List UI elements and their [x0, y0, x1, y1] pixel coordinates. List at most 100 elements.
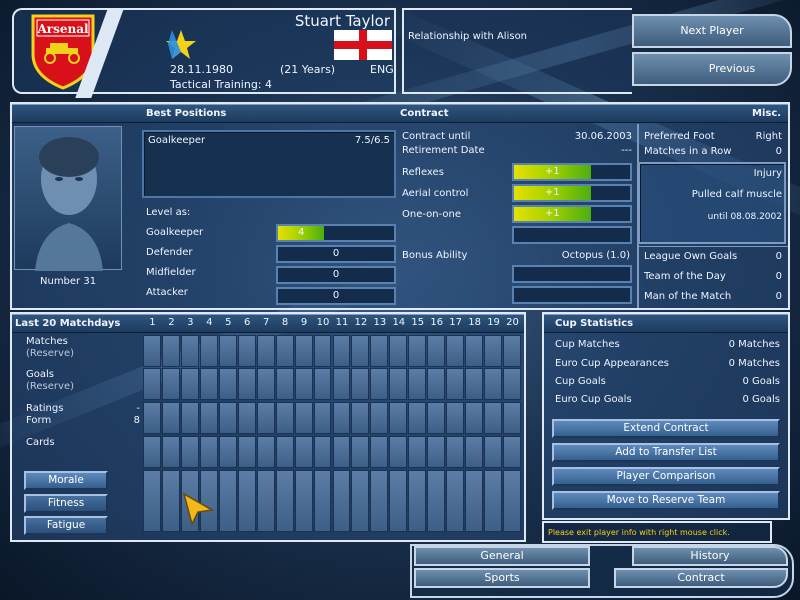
- matchday-cell: [503, 335, 521, 367]
- matchday-cell: [370, 368, 389, 400]
- extend-contract-button[interactable]: Extend Contract: [552, 419, 780, 438]
- fitness-button[interactable]: Fitness: [24, 494, 108, 513]
- cup-stats-title: Cup Statistics: [555, 318, 634, 329]
- matchday-cell: [294, 470, 313, 532]
- tab-general[interactable]: General: [414, 546, 590, 566]
- extend-contract-label: Extend Contract: [623, 422, 709, 434]
- player-portrait: [14, 126, 122, 271]
- matchday-number: 19: [487, 317, 500, 328]
- exit-hint-text: Please exit player info with right mouse…: [548, 528, 730, 537]
- matchday-cell: [237, 470, 256, 532]
- matchday-cell: [389, 368, 408, 400]
- tab-sports[interactable]: Sports: [414, 568, 590, 588]
- next-player-label: Next Player: [680, 24, 744, 37]
- relationship-panel: [402, 8, 632, 94]
- player-nationality: ENG: [370, 63, 394, 76]
- matchday-number: 14: [392, 317, 406, 328]
- matchday-cell: [199, 335, 218, 367]
- player-name: Stuart Taylor: [294, 12, 390, 30]
- matchday-number: 20: [506, 317, 519, 328]
- player-comparison-label: Player Comparison: [616, 470, 716, 482]
- tab-contract[interactable]: Contract: [614, 568, 788, 588]
- defender-level-value: 0: [332, 248, 340, 259]
- next-player-button[interactable]: Next Player: [632, 14, 792, 48]
- cup-header-bar: Cup Statistics: [544, 314, 788, 333]
- injury-description: Pulled calf muscle: [691, 189, 782, 200]
- matchday-cell: [180, 436, 199, 468]
- matchday-cell: [218, 335, 237, 367]
- previous-label: Previous: [708, 62, 756, 75]
- matchday-cell: [143, 402, 161, 434]
- add-to-transfer-list-button[interactable]: Add to Transfer List: [552, 443, 780, 462]
- matchday-cell: [408, 436, 427, 468]
- matchday-cell: [465, 436, 484, 468]
- skill-aerial-value: +1: [544, 187, 560, 198]
- matchday-cell: [161, 368, 180, 400]
- matchday-cell: [256, 436, 275, 468]
- man-of-match-label: Man of the Match: [644, 291, 732, 302]
- ratings-row-value: -: [136, 403, 140, 414]
- matchday-cell: [408, 470, 427, 532]
- matchday-cell: [180, 368, 199, 400]
- move-to-reserve-button[interactable]: Move to Reserve Team: [552, 491, 780, 510]
- skill-reflexes-bar: +1: [512, 163, 632, 181]
- injury-until: until 08.08.2002: [707, 212, 782, 222]
- preferred-foot-label: Preferred Foot: [644, 131, 715, 142]
- position-goalkeeper-label: Goalkeeper: [146, 227, 204, 238]
- retirement-date-label: Retirement Date: [402, 145, 485, 156]
- mouse-cursor-icon: [182, 492, 215, 526]
- matchday-cell: [351, 335, 370, 367]
- matchday-cell: [237, 368, 256, 400]
- matchday-cell: [446, 402, 465, 434]
- attacker-level-bar: 0: [276, 287, 396, 305]
- tab-history[interactable]: History: [632, 546, 788, 566]
- euro-cup-appearances-value: 0 Matches: [728, 358, 780, 369]
- matchday-cell: [389, 335, 408, 367]
- matchday-number: 3: [187, 317, 194, 328]
- goalkeeper-level-value: 4: [298, 227, 305, 238]
- goals-row-label: Goals: [26, 369, 54, 380]
- league-own-goals-label: League Own Goals: [644, 251, 738, 262]
- matchday-cell: [370, 470, 389, 532]
- previous-button[interactable]: Previous: [632, 52, 792, 86]
- player-comparison-button[interactable]: Player Comparison: [552, 467, 780, 486]
- matches-in-row-label: Matches in a Row: [644, 146, 732, 157]
- morale-button[interactable]: Morale: [24, 471, 108, 490]
- matchday-cell: [313, 402, 332, 434]
- cup-goals-value: 0 Goals: [742, 376, 780, 387]
- misc-stats-divider: [638, 246, 788, 247]
- skill-empty-slot: [512, 226, 632, 244]
- matchday-cell: [465, 335, 484, 367]
- matchday-cell: [427, 335, 446, 367]
- fatigue-button[interactable]: Fatigue: [24, 516, 108, 535]
- matchday-cell: [294, 335, 313, 367]
- relationship-label: Relationship with Alison: [408, 31, 528, 42]
- matchday-number: 11: [335, 317, 349, 328]
- add-to-transfer-list-label: Add to Transfer List: [615, 446, 717, 458]
- morale-label: Morale: [48, 474, 84, 486]
- level-as-label: Level as:: [146, 207, 191, 218]
- matchday-number: 6: [244, 317, 251, 328]
- star-icon: [166, 30, 196, 59]
- skill-aerial-label: Aerial control: [402, 188, 469, 199]
- matchday-cell: [427, 402, 446, 434]
- matchday-cell: [332, 470, 351, 532]
- player-silhouette-icon: [35, 137, 103, 271]
- player-birthdate: 28.11.1980: [170, 63, 233, 76]
- position-midfielder-label: Midfielder: [146, 267, 196, 278]
- form-row-label: Form: [26, 415, 52, 426]
- club-badge-text: Arsenal: [37, 22, 89, 36]
- retirement-date-value: ---: [621, 145, 632, 156]
- matchday-number: 17: [449, 317, 463, 328]
- matchday-cell: [143, 470, 161, 532]
- skill-aerial-fill: +1: [514, 186, 591, 200]
- ratings-row-label: Ratings: [26, 403, 64, 414]
- skill-one-on-one-bar: +1: [512, 205, 632, 223]
- matchday-cell: [275, 436, 294, 468]
- euro-cup-goals-label: Euro Cup Goals: [555, 394, 632, 405]
- extra-slot-2: [512, 286, 632, 304]
- matchday-cell: [408, 402, 427, 434]
- matchday-cell: [332, 402, 351, 434]
- matchday-cell: [503, 368, 521, 400]
- matchday-cell: [446, 335, 465, 367]
